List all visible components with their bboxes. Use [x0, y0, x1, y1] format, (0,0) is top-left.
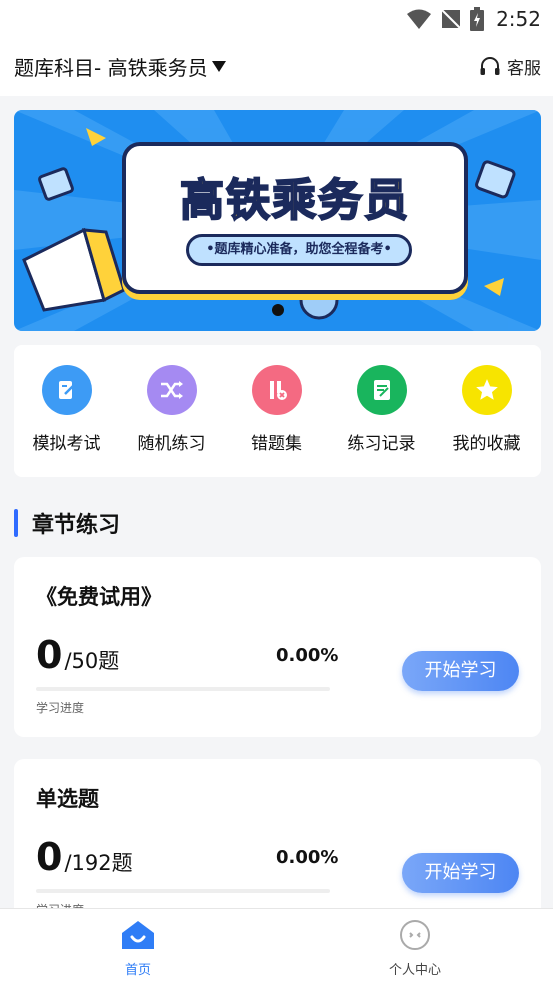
questions-done: 0 [36, 835, 63, 879]
progress-label: 学习进度 [36, 701, 85, 715]
wifi-icon [407, 9, 432, 29]
bottom-nav: 首页 个人中心 [0, 908, 553, 983]
banner-page-indicator [272, 304, 284, 316]
question-count: 0 /192题 [36, 835, 133, 879]
home-icon [122, 921, 154, 949]
chevron-down-icon [211, 61, 226, 72]
subject-selector[interactable]: 题库科目- 高铁乘务员 [14, 52, 226, 81]
section-title-text: 章节练习 [32, 513, 121, 538]
status-bar: 2:52 [0, 0, 553, 38]
banner-title: 高铁乘务员 [179, 174, 410, 227]
banner-card: 高铁乘务员 •题库精心准备，助您全程备考• [122, 142, 468, 294]
start-learning-button[interactable]: 开始学习 [402, 853, 519, 893]
start-learning-button[interactable]: 开始学习 [402, 651, 519, 691]
progress-bar [36, 687, 330, 691]
chapter-card[interactable]: 《免费试用》 0 /50题 0.00% 学习进度 开始学习 [14, 557, 541, 737]
nav-home-label: 首页 [124, 963, 151, 978]
profile-icon [400, 920, 430, 950]
chapter-name: 《免费试用》 [36, 585, 162, 609]
menu-label: 错题集 [251, 434, 302, 454]
subject-title: 题库科目- 高铁乘务员 [14, 56, 208, 80]
customer-service-label: 客服 [507, 59, 541, 79]
promo-banner[interactable]: 高铁乘务员 •题库精心准备，助您全程备考• [14, 110, 541, 331]
menu-label: 模拟考试 [32, 434, 101, 454]
menu-item-practice-record[interactable]: 练习记录 [329, 365, 434, 454]
shuffle-icon [146, 365, 197, 415]
wrong-questions-icon [251, 365, 302, 415]
menu-label: 我的收藏 [452, 434, 521, 454]
section-title-bar [14, 509, 18, 537]
progress-percent: 0.00% [276, 645, 339, 666]
questions-total: /192题 [64, 851, 133, 875]
chapter-name: 单选题 [36, 787, 99, 811]
quick-menu: 模拟考试 随机练习 错题集 练习记录 我的收藏 [14, 345, 541, 477]
customer-service-button[interactable]: 客服 [479, 54, 541, 79]
questions-total: /50题 [64, 649, 120, 673]
status-time: 2:52 [496, 7, 541, 31]
section-title: 章节练习 [14, 508, 120, 538]
progress-percent: 0.00% [276, 847, 339, 868]
status-icons: 2:52 [406, 6, 541, 32]
menu-label: 随机练习 [137, 434, 206, 454]
top-bar: 题库科目- 高铁乘务员 客服 [0, 38, 553, 96]
battery-charging-icon [470, 7, 485, 31]
menu-item-random-practice[interactable]: 随机练习 [119, 365, 224, 454]
question-count: 0 /50题 [36, 633, 119, 677]
nav-home[interactable]: 首页 [78, 919, 198, 978]
exam-icon [41, 365, 92, 415]
no-signal-icon [441, 9, 461, 29]
nav-profile-label: 个人中心 [388, 963, 441, 978]
star-icon [461, 365, 512, 415]
menu-label: 练习记录 [347, 434, 416, 454]
menu-item-favorites[interactable]: 我的收藏 [434, 365, 539, 454]
questions-done: 0 [36, 633, 63, 677]
menu-item-mock-exam[interactable]: 模拟考试 [14, 365, 119, 454]
banner-subtitle: •题库精心准备，助您全程备考• [186, 234, 412, 266]
headset-icon [480, 56, 500, 75]
nav-profile[interactable]: 个人中心 [355, 919, 475, 978]
menu-item-wrong-questions[interactable]: 错题集 [224, 365, 329, 454]
record-icon [356, 365, 407, 415]
progress-bar [36, 889, 330, 893]
